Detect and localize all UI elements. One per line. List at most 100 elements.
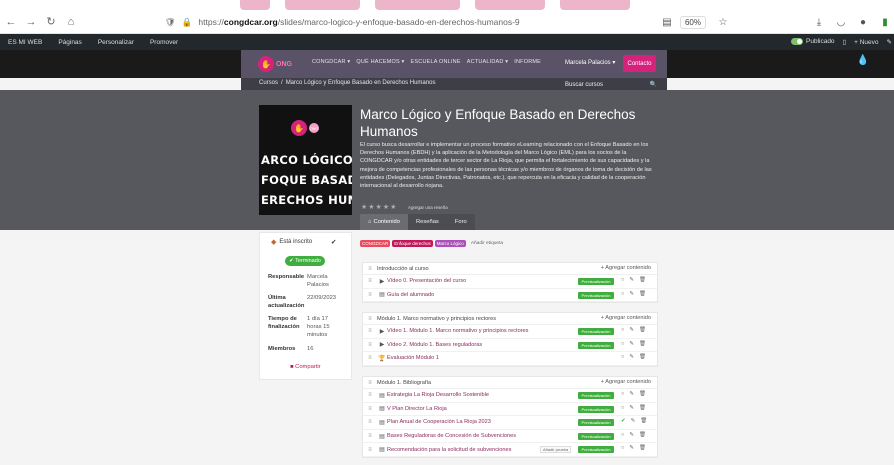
drag-handle-icon[interactable]: ≡ (363, 355, 377, 361)
trash-icon[interactable]: 🗑 (639, 327, 646, 333)
content-row[interactable]: ≡ ▤ Estrategia La Rioja Desarrollo Soste… (363, 389, 657, 403)
trash-icon[interactable]: 🗑 (639, 291, 646, 297)
drag-handle-icon[interactable]: ≡ (363, 328, 377, 334)
share-button[interactable]: ■ Compartir (290, 364, 321, 370)
drag-handle-icon[interactable]: ≡ (363, 392, 377, 398)
search-input[interactable]: Buscar cursos (565, 82, 603, 88)
drag-handle-icon[interactable]: ≡ (363, 342, 377, 348)
add-test-button[interactable]: Añadir prueba (540, 446, 572, 454)
home-icon[interactable]: ⌂ (62, 13, 80, 31)
edit-icon[interactable]: ✎ (629, 354, 634, 360)
content-row[interactable]: ≡ ▤ V Plan Director La Rioja Previsualiz… (363, 403, 657, 417)
drag-handle-icon[interactable]: ≡ (363, 447, 377, 453)
trash-icon[interactable]: 🗑 (639, 277, 646, 283)
tab-resenas[interactable]: Reseñas (407, 214, 447, 230)
add-content-button[interactable]: + Agregar contenido (601, 265, 651, 271)
reader-icon[interactable]: ▤ (658, 13, 676, 31)
extension-icon[interactable]: ▮ (876, 13, 894, 31)
tab-foro[interactable]: Foro (446, 214, 475, 230)
content-row[interactable]: ≡ ▤ Guía del alumnado Previsualización ○… (363, 289, 657, 303)
content-title[interactable]: Guía del alumnado (387, 292, 434, 298)
add-content-button[interactable]: + Agregar contenido (601, 315, 651, 321)
circle-icon[interactable]: ○ (621, 277, 624, 283)
preview-badge[interactable]: Previsualización (578, 291, 614, 299)
trash-icon[interactable]: 🗑 (639, 405, 646, 411)
content-row[interactable]: ≡ 🏆 Evaluación Módulo 1 ○ ✎ 🗑 (363, 352, 657, 366)
content-row[interactable]: ≡ ▶ Vídeo 1. Módulo 1. Marco normativo y… (363, 325, 657, 339)
edit-icon[interactable]: ✎ (631, 418, 636, 424)
preview-badge[interactable]: Previsualización (578, 446, 614, 454)
zoom-level[interactable]: 60% (679, 15, 706, 29)
trash-icon[interactable]: 🗑 (640, 418, 647, 424)
admin-item-pages[interactable]: Páginas (50, 39, 90, 46)
tag-marco[interactable]: Marco Lógico (434, 240, 466, 247)
breadcrumb-root[interactable]: Cursos (259, 80, 278, 86)
content-title[interactable]: V Plan Director La Rioja (387, 406, 447, 412)
edit-icon[interactable]: ✎ (629, 432, 634, 438)
content-title[interactable]: Vídeo 0. Presentación del curso (387, 278, 466, 284)
content-title[interactable]: Estrategia La Rioja Desarrollo Sostenibl… (387, 392, 489, 398)
preview-badge[interactable]: Previsualización (578, 278, 614, 285)
menu-informe[interactable]: INFORME (514, 59, 541, 65)
edit-icon[interactable]: ✎ (887, 38, 892, 46)
reload-icon[interactable]: ↻ (42, 13, 60, 31)
menu-escuela-online[interactable]: ESCUELA ONLINE (411, 59, 461, 65)
completed-check-icon[interactable]: ✔ (621, 418, 626, 424)
preview-badge[interactable]: Previsualización (578, 405, 614, 413)
tag-congdcar[interactable]: CONGDCAR (360, 240, 391, 247)
content-title[interactable]: Recomendación para la solicitud de subve… (387, 447, 511, 453)
circle-icon[interactable]: ○ (621, 291, 624, 297)
circle-icon[interactable]: ○ (621, 354, 624, 360)
edit-icon[interactable]: ✎ (629, 391, 634, 397)
content-row[interactable]: ≡ ▤ Plan Anual de Cooperación La Rioja 2… (363, 416, 657, 430)
drag-handle-icon[interactable]: ≡ (363, 266, 377, 272)
search-icon[interactable]: 🔍 (650, 81, 657, 88)
circle-icon[interactable]: ○ (621, 445, 624, 451)
forward-icon[interactable]: → (22, 13, 40, 31)
contact-button[interactable]: Contacto (623, 55, 656, 72)
admin-item-customize[interactable]: Personalizar (90, 39, 142, 46)
rate-link[interactable]: Agregar una reseña (408, 205, 448, 210)
site-logo[interactable]: ✋ ONG (258, 53, 298, 75)
publish-toggle[interactable]: Publicado (791, 38, 835, 46)
circle-icon[interactable]: ○ (621, 327, 624, 333)
edit-icon[interactable]: ✎ (629, 327, 634, 333)
trash-icon[interactable]: 🗑 (639, 354, 646, 360)
content-title[interactable]: Plan Anual de Cooperación La Rioja 2023 (387, 419, 491, 425)
content-row[interactable]: ≡ ▶ Vídeo 0. Presentación del curso Prev… (363, 275, 657, 289)
add-tag-button[interactable]: Añadir etiqueta (471, 241, 503, 246)
drag-handle-icon[interactable]: ≡ (363, 278, 377, 284)
admin-site-item[interactable]: ES MI WEB (0, 39, 50, 46)
circle-icon[interactable]: ○ (621, 391, 624, 397)
new-button[interactable]: + Nuevo (854, 39, 878, 46)
menu-congdcar[interactable]: CONGDCAR ▾ (312, 59, 350, 65)
content-title[interactable]: Vídeo 2. Módulo 1. Bases reguladoras (387, 342, 482, 348)
download-icon[interactable]: ⤓ (810, 13, 828, 31)
preview-badge[interactable]: Previsualización (578, 392, 614, 399)
add-content-button[interactable]: + Agregar contenido (601, 379, 651, 385)
bookmark-star-icon[interactable]: ☆ (714, 13, 732, 31)
trash-icon[interactable]: 🗑 (639, 445, 646, 451)
account-icon[interactable]: ● (854, 13, 872, 31)
content-row[interactable]: ≡ ▶ Vídeo 2. Módulo 1. Bases reguladoras… (363, 339, 657, 353)
trash-icon[interactable]: 🗑 (639, 341, 646, 347)
preview-badge[interactable]: Previsualización (578, 419, 614, 427)
circle-icon[interactable]: ○ (621, 341, 624, 347)
trash-icon[interactable]: 🗑 (639, 391, 646, 397)
drag-handle-icon[interactable]: ≡ (363, 433, 377, 439)
drag-handle-icon[interactable]: ≡ (363, 316, 377, 322)
drag-handle-icon[interactable]: ≡ (363, 406, 377, 412)
tab-contenido[interactable]: ⌂ Contenido (360, 214, 408, 230)
preview-badge[interactable]: Previsualización (578, 432, 614, 440)
pocket-icon[interactable]: ◡ (832, 13, 850, 31)
edit-icon[interactable]: ✎ (629, 341, 634, 347)
back-icon[interactable]: ← (2, 13, 20, 31)
menu-actualidad[interactable]: ACTUALIDAD ▾ (467, 59, 509, 65)
edit-icon[interactable]: ✎ (629, 291, 634, 297)
drop-icon[interactable]: 💧 (855, 52, 871, 68)
copy-icon[interactable]: ▯ (843, 38, 847, 46)
drag-handle-icon[interactable]: ≡ (363, 419, 377, 425)
trash-icon[interactable]: 🗑 (639, 432, 646, 438)
drag-handle-icon[interactable]: ≡ (363, 292, 377, 298)
course-search[interactable]: Buscar cursos 🔍 (565, 80, 657, 89)
